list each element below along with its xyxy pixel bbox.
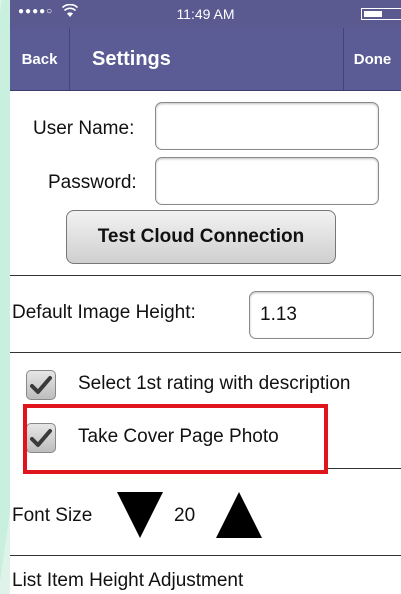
phone-screen: ●●●●○ 11:49 AM Back Settings Done User N… bbox=[10, 0, 401, 594]
rating-description-label: Select 1st rating with description bbox=[78, 373, 351, 394]
divider bbox=[10, 352, 401, 353]
status-bar: ●●●●○ 11:49 AM bbox=[10, 0, 401, 28]
font-size-increase-button[interactable] bbox=[215, 490, 263, 540]
checkmark-icon bbox=[30, 376, 52, 394]
divider bbox=[328, 468, 401, 469]
navigation-bar: Back Settings Done bbox=[10, 28, 401, 91]
font-size-label: Font Size bbox=[12, 505, 93, 526]
list-item-height-label: List Item Height Adjustment bbox=[12, 570, 244, 591]
divider bbox=[10, 555, 401, 556]
back-button[interactable]: Back bbox=[10, 28, 70, 90]
battery-icon bbox=[361, 8, 401, 20]
font-size-value: 20 bbox=[174, 505, 196, 526]
password-label: Password: bbox=[48, 172, 137, 193]
status-time: 11:49 AM bbox=[176, 6, 235, 22]
test-cloud-connection-button[interactable]: Test Cloud Connection bbox=[66, 210, 336, 264]
rating-description-checkbox[interactable] bbox=[26, 370, 56, 400]
username-input[interactable] bbox=[155, 102, 379, 150]
image-height-input[interactable]: 1.13 bbox=[249, 291, 374, 339]
divider bbox=[10, 275, 401, 276]
username-label: User Name: bbox=[33, 118, 135, 139]
done-button[interactable]: Done bbox=[343, 28, 401, 90]
highlight-box bbox=[23, 404, 328, 474]
password-input[interactable] bbox=[155, 157, 379, 205]
image-height-label: Default Image Height: bbox=[12, 302, 196, 323]
triangle-down-icon bbox=[117, 492, 163, 538]
triangle-up-icon bbox=[216, 492, 262, 538]
font-size-decrease-button[interactable] bbox=[116, 490, 164, 540]
page-title: Settings bbox=[92, 47, 171, 70]
